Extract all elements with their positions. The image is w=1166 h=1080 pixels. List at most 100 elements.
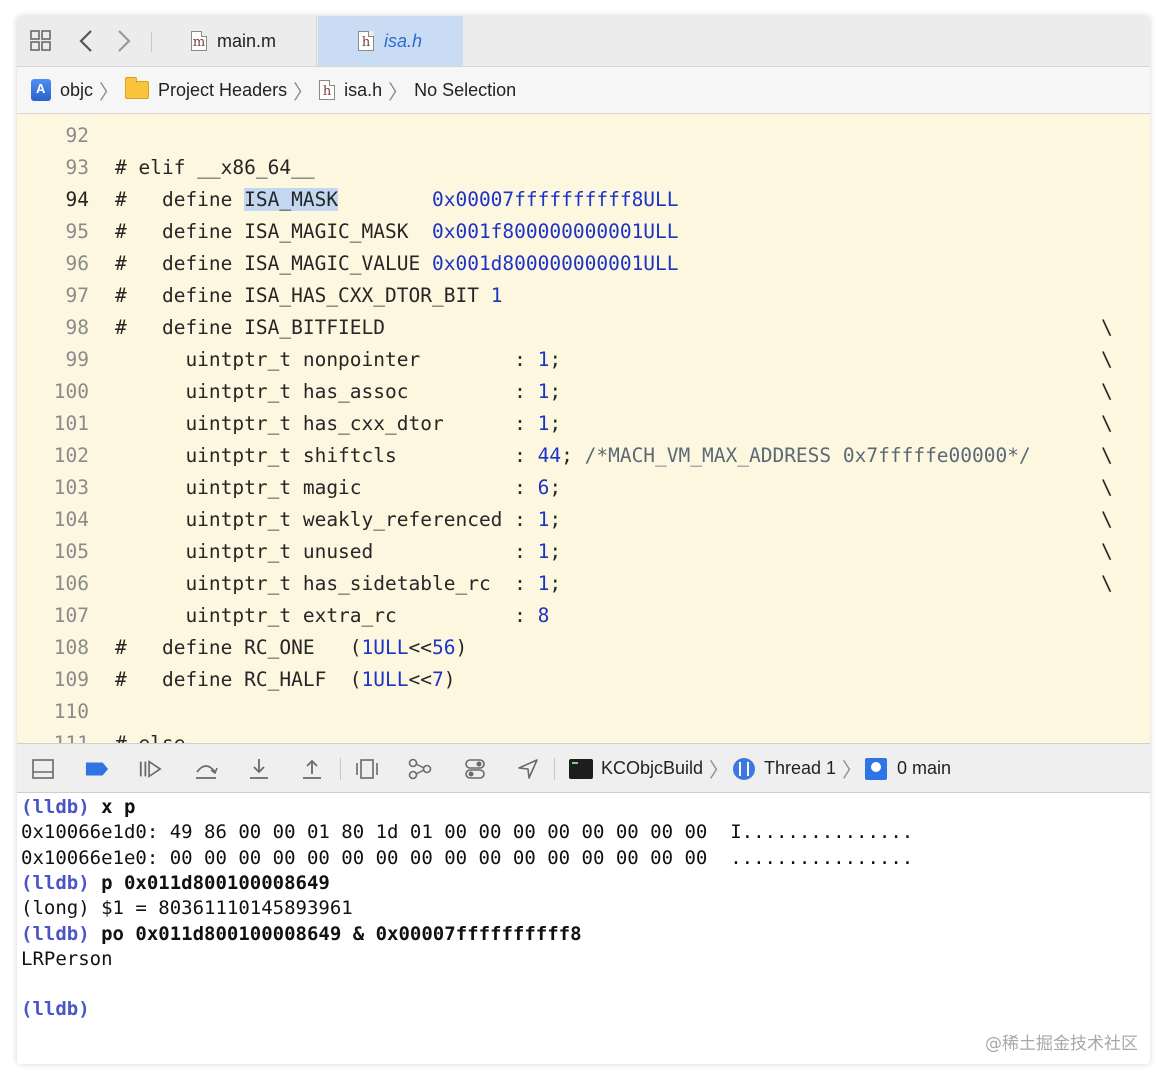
tab-bar-separator [151, 32, 152, 52]
code-line[interactable]: 97 # define ISA_HAS_CXX_DTOR_BIT 1 [17, 280, 1150, 312]
code-text: # define RC_ONE (1ULL<<56) [115, 632, 467, 664]
code-line[interactable]: 95 # define ISA_MAGIC_MASK 0x001f80000000… [17, 216, 1150, 248]
simulate-location-icon[interactable] [516, 757, 540, 781]
step-out-icon[interactable] [300, 757, 324, 781]
line-number: 103 [53, 476, 89, 499]
source-editor[interactable]: 92 93 # elif __x86_64__ 94 # define ISA_MASK… [17, 114, 1150, 743]
code-line[interactable]: 101 uintptr_t has_cxx_dtor : 1; \ [17, 408, 1150, 440]
m-file-icon: m [191, 31, 207, 51]
lldb-command: p 0x011d800100008649 [89, 871, 330, 894]
code-token: ; [549, 540, 562, 563]
line-number: 99 [65, 348, 89, 371]
debug-bar-separator [554, 758, 555, 780]
folder-icon [125, 77, 150, 99]
code-token: uintptr_t weakly_referenced : [115, 508, 538, 531]
code-token: uintptr_t magic : [115, 476, 538, 499]
hide-debug-area-icon[interactable] [31, 757, 55, 781]
code-token: # define [115, 188, 245, 211]
code-token: ; [549, 508, 562, 531]
environment-overrides-icon[interactable] [463, 757, 487, 781]
code-line[interactable]: 108 # define RC_ONE (1ULL<<56) [17, 632, 1150, 664]
code-line[interactable]: 104 uintptr_t weakly_referenced : 1; \ [17, 504, 1150, 536]
tab-main-m[interactable]: m main.m [167, 16, 317, 66]
breadcrumb-file[interactable]: h isa.h [319, 67, 382, 113]
breadcrumb-selection[interactable]: No Selection [414, 67, 516, 113]
lldb-command: po 0x011d800100008649 & 0x00007fffffffff… [89, 922, 582, 945]
breakpoints-toggle-icon[interactable] [85, 757, 109, 781]
line-continuation: \ [1101, 476, 1113, 499]
debug-bar-separator [340, 758, 341, 780]
code-line[interactable]: 98 # define ISA_BITFIELD \ [17, 312, 1150, 344]
code-line[interactable]: 111 # else [17, 728, 1150, 743]
h-file-icon: h [319, 80, 336, 100]
line-continuation: \ [1101, 540, 1113, 563]
code-token: ; [549, 348, 562, 371]
code-line[interactable]: 94 # define ISA_MASK 0x00007ffffffffff8UL… [17, 184, 1150, 216]
scheme-breadcrumb[interactable]: KCObjcBuild 〉 [569, 744, 735, 793]
related-items-grid-icon[interactable] [29, 29, 53, 53]
chevron-right-icon: 〉 [709, 758, 730, 782]
tab-bar: m main.m h isa.h [17, 16, 1150, 67]
console-line: (lldb) x p [21, 795, 135, 820]
code-line[interactable]: 100 uintptr_t has_assoc : 1; \ [17, 376, 1150, 408]
code-line[interactable]: 102 uintptr_t shiftcls : 44; /*MACH_VM_M… [17, 440, 1150, 472]
code-text: # else [115, 728, 185, 743]
line-continuation: \ [1101, 412, 1113, 435]
code-token: << [408, 636, 432, 659]
line-number: 105 [53, 540, 89, 563]
code-line[interactable]: 109 # define RC_HALF (1ULL<<7) [17, 664, 1150, 696]
line-continuation: \ [1101, 348, 1113, 371]
number-literal: 1 [537, 380, 550, 403]
chevron-right-icon: 〉 [99, 79, 120, 104]
lldb-console[interactable]: (lldb) x p 0x10066e1d0: 49 86 00 00 01 80… [17, 793, 1150, 1064]
line-continuation: \ [1101, 380, 1113, 403]
step-into-icon[interactable] [247, 757, 271, 781]
console-output: 0x10066e1e0: 00 00 00 00 00 00 00 00 00 … [21, 846, 914, 869]
code-line[interactable]: 103 uintptr_t magic : 6; \ [17, 472, 1150, 504]
tab-isa-h[interactable]: h isa.h [318, 16, 463, 66]
console-line: 0x10066e1e0: 00 00 00 00 00 00 00 00 00 … [21, 846, 913, 871]
memory-graph-icon[interactable] [408, 757, 432, 781]
number-literal: 0x001f800000000001ULL [431, 220, 679, 243]
navigate-back-icon[interactable] [75, 26, 97, 56]
continue-icon[interactable] [138, 757, 162, 781]
lldb-prompt: (lldb) [21, 871, 90, 894]
frame-breadcrumb[interactable]: 0 main [865, 744, 951, 793]
jump-bar: objc 〉 Project Headers 〉 h isa.h 〉 No Se… [17, 67, 1150, 114]
breadcrumb-project[interactable]: objc [17, 67, 93, 113]
scheme-label: KCObjcBuild [601, 758, 704, 778]
number-literal: 1ULL [361, 668, 409, 691]
code-line[interactable]: 93 # elif __x86_64__ [17, 152, 1150, 184]
code-text: uintptr_t extra_rc : 8 [115, 600, 549, 632]
code-token: uintptr_t nonpointer : [115, 348, 538, 371]
code-line[interactable]: 99 uintptr_t nonpointer : 1; \ [17, 344, 1150, 376]
code-text: uintptr_t has_sidetable_rc : 1; [115, 568, 561, 600]
code-line[interactable]: 96 # define ISA_MAGIC_VALUE 0x001d8000000… [17, 248, 1150, 280]
number-literal: 1ULL [361, 636, 409, 659]
breadcrumb-label: Project Headers [158, 79, 288, 100]
debug-bar: KCObjcBuild 〉 Thread 1 〉 0 main [17, 743, 1150, 793]
code-text: # elif __x86_64__ [115, 152, 315, 184]
code-line[interactable]: 110 [17, 696, 1150, 728]
code-text: # define ISA_BITFIELD [115, 312, 385, 344]
breadcrumb-group[interactable]: Project Headers [125, 67, 287, 113]
code-token: # define ISA_MAGIC_VALUE [115, 252, 432, 275]
line-number: 100 [53, 380, 89, 403]
h-file-icon: h [358, 31, 374, 51]
code-text: uintptr_t shiftcls : 44; /*MACH_VM_MAX_A… [115, 440, 1030, 472]
line-number: 109 [53, 668, 89, 691]
code-line[interactable]: 92 [17, 120, 1150, 152]
line-number: 107 [53, 604, 89, 627]
code-line[interactable]: 107 uintptr_t extra_rc : 8 [17, 600, 1150, 632]
code-line[interactable]: 106 uintptr_t has_sidetable_rc : 1; \ [17, 568, 1150, 600]
line-number: 102 [53, 444, 89, 467]
navigate-forward-icon[interactable] [113, 26, 135, 56]
code-token: # else [115, 732, 185, 743]
thread-breadcrumb[interactable]: Thread 1 〉 [733, 744, 868, 793]
step-over-icon[interactable] [194, 757, 218, 781]
line-number: 110 [53, 700, 89, 723]
view-hierarchy-icon[interactable] [355, 757, 379, 781]
user-frame-icon [865, 757, 887, 780]
code-line[interactable]: 105 uintptr_t unused : 1; \ [17, 536, 1150, 568]
